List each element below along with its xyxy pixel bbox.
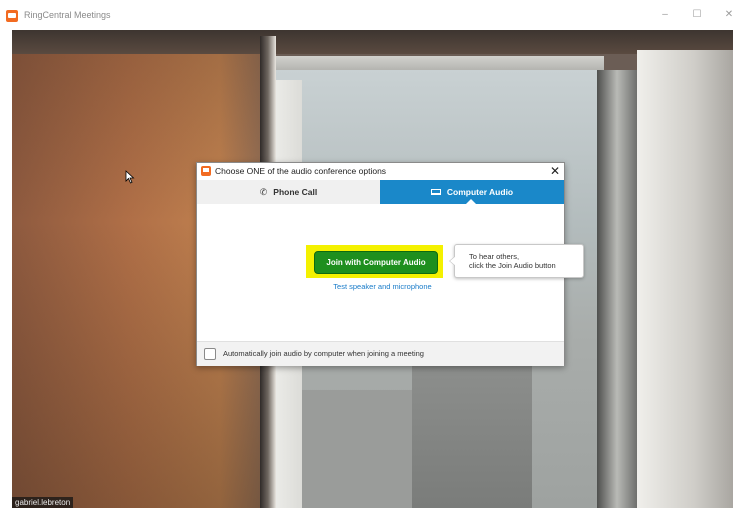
tooltip-line-1: To hear others, [469, 252, 520, 261]
join-audio-tooltip: To hear others, click the Join Audio but… [449, 244, 584, 278]
laptop-icon [430, 189, 441, 195]
mouse-cursor-icon [125, 170, 135, 184]
dialog-title-bar: Choose ONE of the audio conference optio… [197, 163, 564, 179]
auto-join-checkbox[interactable] [204, 348, 216, 360]
ringcentral-logo-icon [201, 166, 211, 176]
audio-tabs: ✆ Phone Call Computer Audio [197, 180, 564, 204]
join-with-computer-audio-button[interactable]: Join with Computer Audio [314, 251, 438, 274]
close-window-button[interactable]: ✕ [722, 9, 733, 20]
maximize-button[interactable]: ☐ [690, 9, 704, 20]
dialog-close-button[interactable]: ✕ [549, 164, 561, 178]
tab-phone-call[interactable]: ✆ Phone Call [197, 180, 380, 204]
dialog-footer: Automatically join audio by computer whe… [197, 341, 564, 366]
tooltip-line-2: click the Join Audio button [469, 261, 556, 270]
app-title: RingCentral Meetings [24, 10, 111, 20]
test-speaker-microphone-link[interactable]: Test speaker and microphone [197, 282, 568, 291]
phone-icon: ✆ [259, 186, 268, 197]
title-bar: RingCentral Meetings – ☐ ✕ [0, 0, 733, 30]
meeting-window: RingCentral Meetings – ☐ ✕ gabriel.lebre… [0, 0, 733, 508]
dialog-title: Choose ONE of the audio conference optio… [215, 166, 387, 176]
tab-computer-audio[interactable]: Computer Audio [380, 180, 564, 204]
participant-name-label: gabriel.lebreton [12, 497, 74, 508]
minimize-button[interactable]: – [658, 9, 672, 20]
auto-join-label[interactable]: Automatically join audio by computer whe… [223, 349, 424, 358]
ringcentral-logo-icon [6, 10, 18, 22]
tab-computer-audio-label: Computer Audio [446, 187, 514, 197]
tab-phone-call-label: Phone Call [273, 187, 318, 197]
